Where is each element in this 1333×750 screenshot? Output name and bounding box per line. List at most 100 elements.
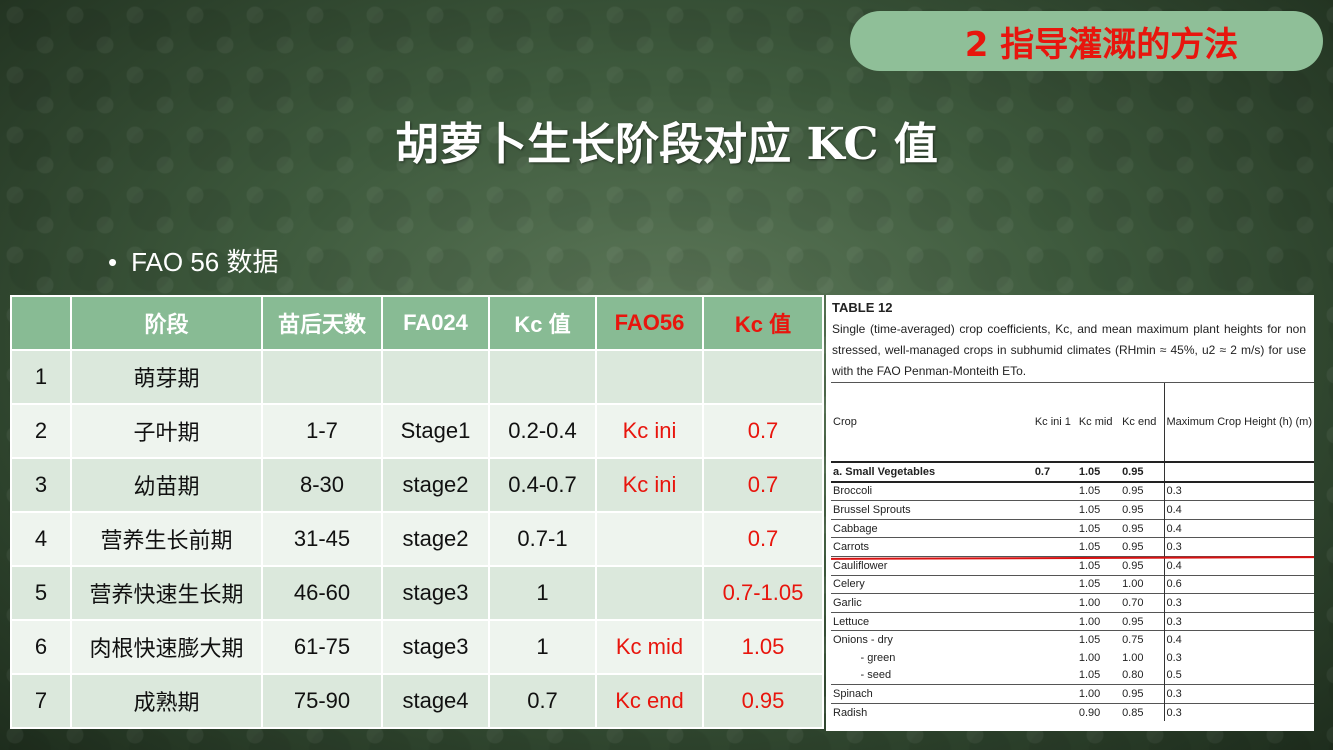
fao-cell-crop: Onions - dry bbox=[831, 630, 1033, 649]
fao-cell-kc-end: 0.85 bbox=[1120, 702, 1164, 722]
fao-cell-crop: Radish bbox=[831, 702, 1033, 722]
fao-cell-crop: Brussel Sprouts bbox=[831, 500, 1033, 520]
fao-cell-height: 0.4 bbox=[1163, 555, 1314, 576]
table-row: 4 营养生长前期 31-45 stage2 0.7-1 0.7 bbox=[10, 511, 824, 567]
cell-kc-fao56: 0.7 bbox=[702, 511, 824, 567]
cell-fao56 bbox=[595, 511, 704, 567]
fao-table-label: TABLE 12 bbox=[832, 300, 893, 315]
fao-cell-kc-end: 0.95 bbox=[1120, 461, 1164, 483]
fao-row: Cabbage 1.05 0.95 0.4 bbox=[831, 518, 1314, 538]
fao-cell-kc-end: 0.95 bbox=[1120, 518, 1164, 538]
cell-index: 1 bbox=[10, 349, 72, 405]
fao-cell-height: 0.3 bbox=[1163, 593, 1314, 613]
fao-cell-kc-mid: 1.05 bbox=[1076, 481, 1121, 501]
fao-cell-height: 0.4 bbox=[1163, 630, 1314, 649]
cell-stage: 肉根快速膨大期 bbox=[70, 619, 263, 675]
fao-row: Lettuce 1.00 0.95 0.3 bbox=[831, 611, 1314, 631]
fao-cell-height: 0.3 bbox=[1163, 702, 1314, 722]
cell-fa024: stage4 bbox=[381, 673, 490, 729]
cell-kc-fa024 bbox=[488, 349, 597, 405]
section-badge: 2 指导灌溉的方法 bbox=[850, 11, 1323, 71]
cell-fao56: Kc ini bbox=[595, 403, 704, 459]
fao-cell-kc-end: 0.80 bbox=[1122, 669, 1144, 682]
header-days: 苗后天数 bbox=[261, 295, 383, 351]
fao-cell-kc-ini bbox=[1033, 667, 1077, 685]
header-kc-fao56: Kc 值 bbox=[702, 295, 824, 351]
cell-days bbox=[261, 349, 383, 405]
fao-cell-kc-mid: 1.05 bbox=[1076, 537, 1121, 557]
fao-cell-crop: Spinach bbox=[831, 684, 1033, 704]
cell-days: 61-75 bbox=[261, 619, 383, 675]
fao-cell-kc-ini bbox=[1032, 684, 1077, 704]
header-kc-fa024: Kc 值 bbox=[488, 295, 597, 351]
fao-cell-kc-ini bbox=[1032, 481, 1077, 501]
fao-cell-crop: Garlic bbox=[831, 593, 1033, 613]
fao-cell-kc-mid: 1.05 bbox=[1076, 555, 1121, 576]
cell-kc-fao56 bbox=[702, 349, 824, 405]
cell-index: 7 bbox=[10, 673, 72, 729]
cell-fa024: stage2 bbox=[381, 511, 490, 567]
fao-cell-crop: Broccoli bbox=[831, 481, 1033, 501]
cell-stage: 子叶期 bbox=[70, 403, 263, 459]
table-row: 5 营养快速生长期 46-60 stage3 1 0.7-1.05 bbox=[10, 565, 824, 621]
fao-cell-height: 0.3 bbox=[1163, 684, 1314, 704]
fao-cell-kc-ini: 0.7 bbox=[1032, 461, 1077, 483]
fao-row-carrots: Carrots 1.05 0.95 0.3 bbox=[831, 537, 1314, 557]
header-fa024: FA024 bbox=[381, 295, 490, 351]
fao-cell-kc-end: 0.75 bbox=[1120, 630, 1164, 649]
fao-cell-crop: - green bbox=[833, 651, 896, 664]
fao-cell-kc-end: 0.95 bbox=[1120, 500, 1164, 520]
fao-cell-kc-ini bbox=[1032, 574, 1077, 594]
fao-cell-kc-end: 0.70 bbox=[1120, 593, 1164, 613]
cell-kc-fao56: 1.05 bbox=[702, 619, 824, 675]
fao-cell-kc-end: 0.95 bbox=[1120, 555, 1164, 576]
kc-stage-table: 阶段 苗后天数 FA024 Kc 值 FAO56 Kc 值 1 萌芽期 2 子叶… bbox=[10, 295, 824, 729]
fao-cell-kc-end: 0.95 bbox=[1120, 537, 1164, 557]
fao-section-row: a. Small Vegetables 0.7 1.05 0.95 bbox=[831, 461, 1314, 483]
fao-cell-kc-ini bbox=[1032, 518, 1077, 538]
fao-cell-crop: Celery bbox=[831, 574, 1033, 594]
header-index bbox=[10, 295, 72, 351]
cell-fa024: Stage1 bbox=[381, 403, 490, 459]
fao-cell-kc-ini bbox=[1032, 500, 1077, 520]
cell-kc-fao56: 0.7 bbox=[702, 403, 824, 459]
cell-days: 31-45 bbox=[261, 511, 383, 567]
fao-cell-kc-ini bbox=[1032, 630, 1077, 649]
cell-days: 8-30 bbox=[261, 457, 383, 513]
fao-cell-height bbox=[1163, 461, 1314, 483]
cell-stage: 成熟期 bbox=[70, 673, 263, 729]
cell-days: 46-60 bbox=[261, 565, 383, 621]
fao-header-crop: Crop bbox=[831, 382, 1033, 462]
fao-cell-height: 0.6 bbox=[1163, 574, 1314, 594]
bullet-text: FAO 56 数据 bbox=[131, 247, 279, 277]
table-row: 6 肉根快速膨大期 61-75 stage3 1 Kc mid 1.05 bbox=[10, 619, 824, 675]
cell-stage: 萌芽期 bbox=[70, 349, 263, 405]
cell-kc-fao56: 0.95 bbox=[702, 673, 824, 729]
table-header-row: 阶段 苗后天数 FA024 Kc 值 FAO56 Kc 值 bbox=[10, 295, 824, 351]
cell-fa024: stage2 bbox=[381, 457, 490, 513]
fao-cell-height: 0.3 bbox=[1163, 611, 1314, 631]
fao-row: Brussel Sprouts 1.05 0.95 0.4 bbox=[831, 500, 1314, 520]
fao-cell-kc-ini bbox=[1033, 649, 1077, 667]
fao-header-row: Crop Kc ini 1 Kc mid Kc end Maximum Crop… bbox=[831, 382, 1314, 462]
fao-cell-kc-mid: 1.05 bbox=[1076, 630, 1121, 649]
fao-cell-height: 0.3 bbox=[1163, 481, 1314, 501]
fao-row: Radish 0.90 0.85 0.3 bbox=[831, 702, 1314, 722]
cell-days: 1-7 bbox=[261, 403, 383, 459]
fao-cell-kc-end: 1.00 bbox=[1120, 574, 1164, 594]
fao-cell-kc-mid: 1.05 bbox=[1076, 574, 1121, 594]
table-row: 2 子叶期 1-7 Stage1 0.2-0.4 Kc ini 0.7 bbox=[10, 403, 824, 459]
fao-cell-crop: Carrots bbox=[831, 537, 1033, 557]
fao-cell-height: 0.4 bbox=[1163, 500, 1314, 520]
slide-title: 胡萝卜生长阶段对应 KC 值 bbox=[395, 119, 938, 170]
table-row: 3 幼苗期 8-30 stage2 0.4-0.7 Kc ini 0.7 bbox=[10, 457, 824, 513]
cell-fa024: stage3 bbox=[381, 565, 490, 621]
fao-row: Garlic 1.00 0.70 0.3 bbox=[831, 593, 1314, 613]
fao-cell-kc-end: 0.95 bbox=[1120, 684, 1164, 704]
fao-row: Spinach 1.00 0.95 0.3 bbox=[831, 684, 1314, 704]
cell-index: 2 bbox=[10, 403, 72, 459]
fao-cell-kc-mid: 1.05 bbox=[1078, 669, 1101, 682]
fao-crop-table: Crop Kc ini 1 Kc mid Kc end Maximum Crop… bbox=[831, 382, 1314, 722]
section-badge-text: 2 指导灌溉的方法 bbox=[964, 24, 1239, 65]
fao-cell-kc-mid: 1.05 bbox=[1076, 518, 1121, 538]
